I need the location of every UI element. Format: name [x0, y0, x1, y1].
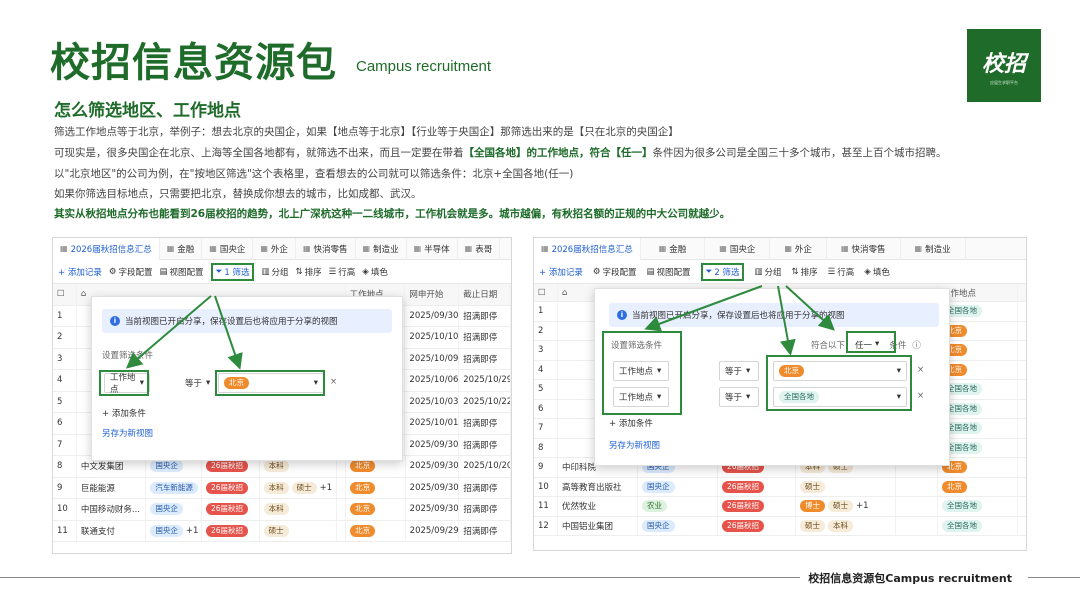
logo-text: 校招 [981, 51, 1026, 77]
paragraph-5: 其实从秋招地点分布也能看到26届校招的趋势，北上广深杭这种一二线城市，工作机会就… [54, 208, 731, 220]
footer-rule-left [0, 577, 800, 578]
paragraph-4: 如果你筛选目标地点，只需要把北京，替换成你想去的城市，比如成都、武汉。 [54, 188, 422, 200]
paragraph-2-a: 可现实是，很多央国企在北京、上海等全国各地都有，就筛选不出来，而且一定要在带着 [54, 147, 464, 159]
page-subtitle: Campus recruitment [356, 58, 492, 75]
paragraph-2-b: 【全国各地】的工作地点，符合【任一】 [463, 147, 653, 159]
footer-text: 校招信息资源包Campus recruitment [802, 570, 1018, 586]
paragraph-2: 可现实是，很多央国企在北京、上海等全国各地都有，就筛选不出来，而且一定要在带着【… [54, 145, 947, 160]
logo: 校招 应届生求职平台 [967, 29, 1041, 102]
left-arrows [125, 295, 243, 370]
logo-small-text: 应届生求职平台 [990, 79, 1018, 85]
right-arrows [644, 285, 835, 356]
footer-rule-right [1028, 577, 1080, 578]
paragraph-1: 筛选工作地点等于北京，举例子：想去北京的央国企，如果【地点等于北京】【行业等于央… [54, 126, 679, 138]
paragraph-2-c: 条件因为很多公司是全国三十多个城市，甚至上百个城市招聘。 [652, 147, 947, 159]
right-screenshot: ▦ 2026届秋招信息汇总 ▦ 金融 ▦ 国央企 ▦ 外企 ▦ 快消零售 ▦ 制造业 + 添… [533, 237, 1027, 551]
left-screenshot: ▦ 2026届秋招信息汇总 ▦ 金融 ▦ 国央企 ▦ 外企 ▦ 快消零售 ▦ 制造业 ▦ 半导… [52, 237, 512, 554]
page-title: 校招信息资源包 [50, 40, 337, 86]
paragraph-3: 以"北京地区"的公司为例，在"按地区筛选"这个表格里，查看想去的公司就可以筛选条… [54, 168, 574, 180]
section-title: 怎么筛选地区、工作地点 [54, 101, 241, 121]
